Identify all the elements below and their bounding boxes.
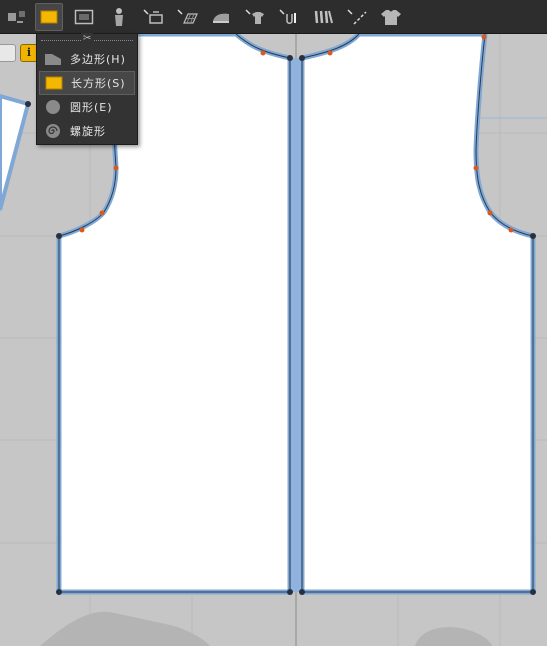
polygon-icon xyxy=(44,52,62,66)
menu-item-label: 长方形(S) xyxy=(71,77,126,90)
segment-sewing-icon[interactable] xyxy=(139,3,167,31)
scissors-icon: ✂ xyxy=(81,33,94,45)
rectangle-icon xyxy=(45,76,63,90)
pleat-icon[interactable] xyxy=(309,3,337,31)
shape-tool-dropdown: ✂ 多边形(H) 长方形(S) 圆形(E) 螺旋形 xyxy=(36,33,138,145)
menu-item-label: 圆形(E) xyxy=(70,101,113,114)
steam-iron-icon[interactable] xyxy=(207,3,235,31)
rectangle-tool-icon[interactable] xyxy=(35,3,63,31)
top-toolbar xyxy=(0,0,547,34)
avatar-icon[interactable] xyxy=(105,3,133,31)
menu-item-spiral[interactable]: 螺旋形 xyxy=(39,119,135,143)
tear-off-handle[interactable]: ✂ xyxy=(37,33,137,47)
tack-icon[interactable] xyxy=(275,3,303,31)
transform-pattern-icon[interactable] xyxy=(2,3,30,31)
spiral-icon xyxy=(44,124,62,138)
menu-item-label: 多边形(H) xyxy=(70,53,126,66)
fold-garment-icon[interactable] xyxy=(241,3,269,31)
tshirt-icon[interactable] xyxy=(377,3,405,31)
garment-view-icon[interactable] xyxy=(0,44,16,62)
menu-item-label: 螺旋形 xyxy=(70,125,106,138)
grid-icon[interactable] xyxy=(173,3,201,31)
menu-item-circle[interactable]: 圆形(E) xyxy=(39,95,135,119)
circle-icon xyxy=(44,100,62,114)
menu-item-rectangle[interactable]: 长方形(S) xyxy=(39,71,135,95)
center-seam-band xyxy=(291,58,301,592)
line-tool-icon[interactable] xyxy=(343,3,371,31)
menu-item-polygon[interactable]: 多边形(H) xyxy=(39,47,135,71)
internal-rectangle-icon[interactable] xyxy=(70,3,98,31)
